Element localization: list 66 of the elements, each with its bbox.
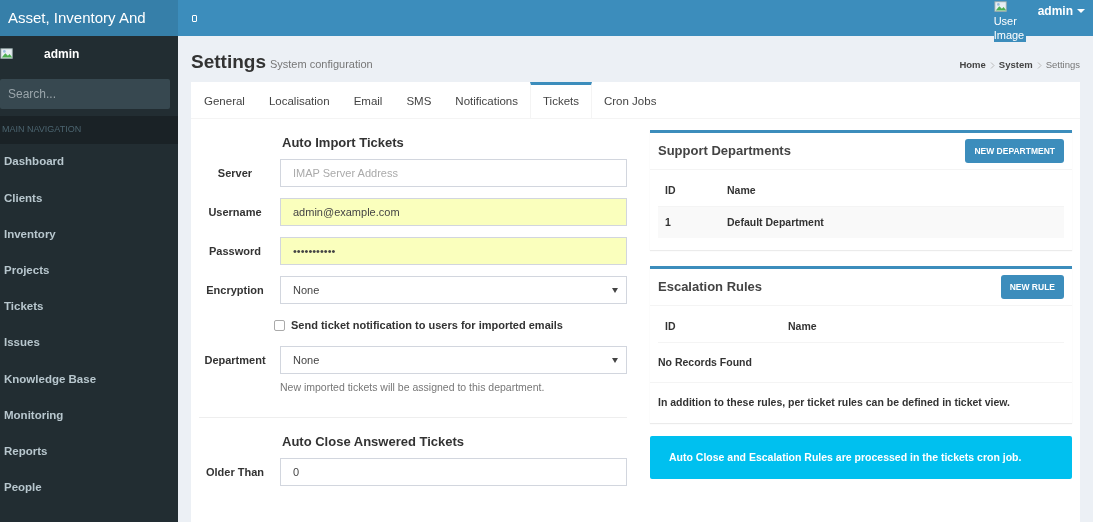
broken-image-icon xyxy=(0,47,14,61)
dropdown-arrow-icon xyxy=(612,287,618,293)
note-text: In addition to these rules, per ticket rules can be defined in ticket view. xyxy=(658,395,1011,411)
broken-image-icon xyxy=(993,0,1008,14)
breadcrumb-current: Settings xyxy=(1045,58,1080,72)
field-label: Server xyxy=(216,166,254,181)
table-cell-text: Default Department xyxy=(726,214,824,230)
dropdown-arrow-icon xyxy=(612,357,618,363)
image-alt-text: User Image xyxy=(993,14,1026,42)
column-header: Name xyxy=(787,319,817,335)
sidebar-item[interactable]: Clients xyxy=(0,180,178,217)
callout-text: Auto Close and Escalation Rules are processed in the tickets cron job. xyxy=(669,449,1022,465)
table-cell-text: 1 xyxy=(664,214,672,230)
new-button[interactable]: NEW DEPARTMENT xyxy=(965,139,1064,163)
checkbox[interactable] xyxy=(274,319,285,331)
page-subtitle: System configuration xyxy=(269,57,373,72)
empty-message: No Records Found xyxy=(658,354,752,370)
sidebar-item[interactable]: Monitoring xyxy=(0,397,178,434)
search-field[interactable]: Search... xyxy=(0,79,170,109)
panel-title: Support Departments xyxy=(658,142,791,161)
page-title: Settings xyxy=(191,50,266,74)
user-menu[interactable]: admin xyxy=(1037,2,1085,20)
tab[interactable]: Localisation xyxy=(256,82,342,118)
user-name: admin xyxy=(44,46,80,63)
column-header: ID xyxy=(664,319,677,335)
field-label: Encryption xyxy=(205,283,265,298)
sidebar-item[interactable]: Knowledge Base xyxy=(0,361,178,398)
input-field[interactable]: IMAP Server Address xyxy=(280,159,627,187)
sidebar-item[interactable]: Tickets xyxy=(0,288,178,325)
field-label: Department xyxy=(203,353,267,368)
tab[interactable]: Notifications xyxy=(443,82,530,118)
select-field[interactable]: None xyxy=(280,346,627,374)
column-header: Name xyxy=(726,183,756,199)
breadcrumb-link[interactable]: System xyxy=(998,58,1033,73)
sidebar-item[interactable]: Dashboard xyxy=(0,144,178,181)
help-text: New imported tickets will be assigned to this department. xyxy=(280,380,546,395)
new-button[interactable]: NEW RULE xyxy=(1000,275,1064,299)
input-field[interactable]: admin@example.com xyxy=(280,198,627,226)
section-header: MAIN NAVIGATION xyxy=(2,123,82,137)
sidebar-item[interactable]: Inventory xyxy=(0,216,178,253)
app-title: Asset, Inventory And xyxy=(0,0,178,36)
section-heading: Auto Close Answered Tickets xyxy=(281,433,466,451)
breadcrumb-link[interactable]: Home xyxy=(959,58,986,73)
panel-title: Escalation Rules xyxy=(658,278,763,297)
sidebar-item[interactable]: People xyxy=(0,469,178,506)
section-heading: Auto Import Tickets xyxy=(281,134,405,153)
tab[interactable]: General xyxy=(192,82,257,118)
caret-icon xyxy=(1077,9,1085,13)
field-label: Older Than xyxy=(204,464,266,480)
input-field[interactable]: ••••••••••• xyxy=(280,237,627,265)
menu-icon[interactable] xyxy=(192,14,197,22)
chevron-icon xyxy=(989,61,995,69)
field-label: Username xyxy=(207,205,263,220)
tab[interactable]: Tickets xyxy=(530,82,592,118)
select-field[interactable]: None xyxy=(280,276,627,304)
field-label: Password xyxy=(208,244,262,259)
checkbox-label: Send ticket notification to users for imported emails xyxy=(291,317,563,333)
tab[interactable]: SMS xyxy=(394,82,444,118)
sidebar-item[interactable]: Projects xyxy=(0,252,178,289)
sidebar-item[interactable]: Issues xyxy=(0,324,178,362)
chevron-icon xyxy=(1036,61,1042,69)
input-field[interactable]: 0 xyxy=(280,457,627,486)
column-header: ID xyxy=(664,183,677,199)
tab[interactable]: Cron Jobs xyxy=(592,82,669,118)
tab[interactable]: Email xyxy=(341,82,395,118)
sidebar-item[interactable]: Reports xyxy=(0,433,178,470)
